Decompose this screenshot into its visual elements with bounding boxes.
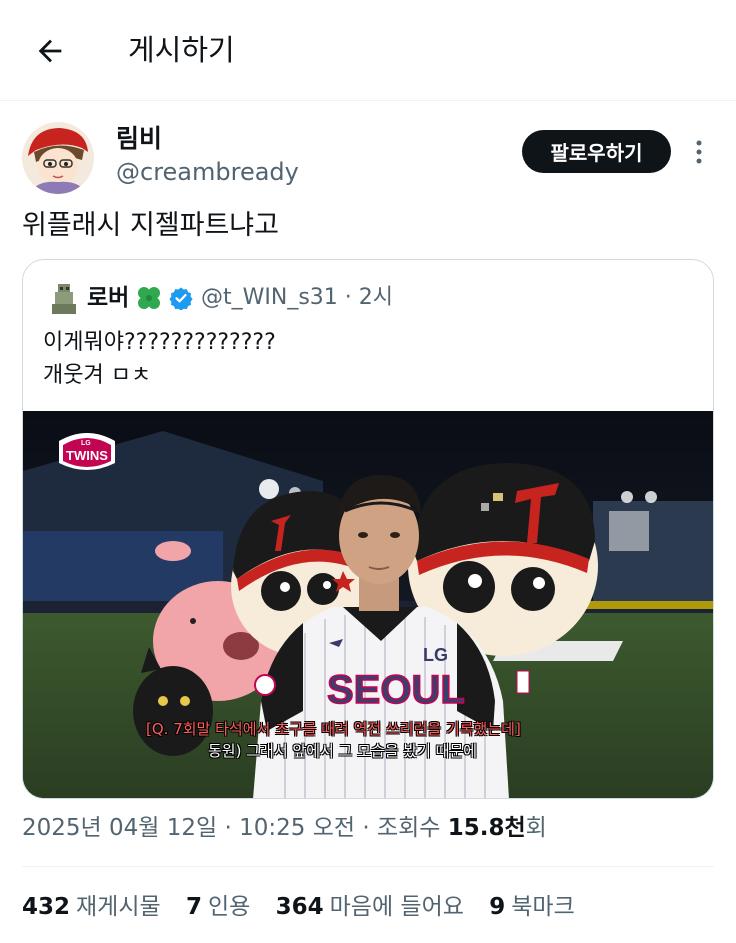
quotes-count: 7 <box>185 894 202 920</box>
more-vertical-icon <box>696 140 702 164</box>
quotes-label: 인용 <box>207 894 251 920</box>
view-count-suffix: 회 <box>525 815 547 841</box>
author-display-name[interactable]: 림비 <box>116 122 162 156</box>
quote-media-image[interactable]: LG SEOUL LG TWINS [Q. 7회말 타석에서 초구를 때려 역전… <box>23 411 713 798</box>
quoted-post[interactable]: 로버 @t_WIN_s31 · 2시 이게뭐야????????????? 개웃겨… <box>22 259 714 799</box>
post-date-time[interactable]: 2025년 04월 12일 · 10:25 오전 · 조회수 <box>22 815 448 841</box>
bookmarks-label: 북마크 <box>511 894 575 920</box>
reposts-stat[interactable]: 432 재게시물 <box>22 890 161 924</box>
back-button[interactable] <box>26 27 74 75</box>
four-leaf-clover-icon <box>138 287 160 309</box>
more-options-button[interactable] <box>684 132 714 172</box>
jersey-text: SEOUL <box>327 668 465 712</box>
top-bar: 게시하기 <box>0 0 736 101</box>
post-text: 위플래시 지젤파트냐고 <box>22 210 279 241</box>
verified-badge-icon <box>169 287 193 310</box>
likes-count: 364 <box>275 894 324 920</box>
quote-author-avatar[interactable] <box>49 282 79 316</box>
page-title: 게시하기 <box>128 33 235 67</box>
arrow-left-icon <box>38 39 62 63</box>
bookmarks-stat[interactable]: 9 북마크 <box>489 890 575 924</box>
reposts-count: 432 <box>22 894 71 920</box>
quote-author-name[interactable]: 로버 <box>87 282 129 314</box>
likes-stat[interactable]: 364 마음에 들어요 <box>276 890 464 924</box>
quote-text-line-2: 개웃겨 ㅁㅊ <box>43 363 152 388</box>
twins-logo: LG TWINS <box>59 433 115 470</box>
author-avatar[interactable] <box>22 122 94 194</box>
author-handle[interactable]: @creambready <box>116 155 299 189</box>
follow-button[interactable]: 팔로우하기 <box>522 130 671 173</box>
jersey-small-logo: LG <box>423 645 448 665</box>
video-caption-line-1: [Q. 7회말 타석에서 초구를 때려 역전 쓰리런을 기록했는데] <box>146 720 521 738</box>
view-count: 15.8천 <box>447 815 526 841</box>
twins-logo-text: TWINS <box>66 448 108 463</box>
likes-label: 마음에 들어요 <box>329 894 464 920</box>
quotes-stat[interactable]: 7 인용 <box>186 890 250 924</box>
video-caption-line-2: 동원) 그래서 앞에서 그 모습을 봤기 때문에 <box>208 742 478 760</box>
post-stats: 432 재게시물 7 인용 364 마음에 들어요 9 북마크 <box>22 890 593 924</box>
divider <box>22 866 714 867</box>
post-meta: 2025년 04월 12일 · 10:25 오전 · 조회수 15.8천회 <box>22 811 547 845</box>
quote-text: 이게뭐야????????????? 개웃겨 ㅁㅊ <box>43 326 276 392</box>
quote-text-line-1: 이게뭐야????????????? <box>43 330 276 355</box>
quote-author-handle-time: @t_WIN_s31 · 2시 <box>201 285 393 310</box>
twins-logo-small-text: LG <box>81 440 91 447</box>
reposts-label: 재게시물 <box>76 894 161 920</box>
bookmarks-count: 9 <box>489 894 506 920</box>
